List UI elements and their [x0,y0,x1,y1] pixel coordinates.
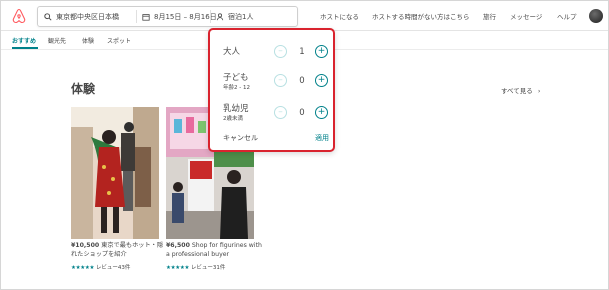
location-field[interactable]: 東京都中央区日本橋 [44,7,119,26]
experience-photo[interactable] [71,107,159,239]
nav-host-no-time[interactable]: ホストする時間がない方はこちら [372,11,470,21]
guest-row-infants: 乳幼児 2歳未満 – 0 + [223,100,328,122]
section-title: 体験 [71,82,96,96]
cancel-button[interactable]: キャンセル [223,133,258,143]
tab-places[interactable]: スポット [107,36,131,45]
guest-type-sub: 年齢2 - 12 [223,85,250,91]
experience-price: ¥6,500 [166,242,190,249]
experience-price: ¥10,500 [71,242,100,249]
see-all-link[interactable]: すべて見る › [501,85,540,95]
decrease-adults-button[interactable]: – [274,45,287,58]
guests-field[interactable]: 宿泊1人 [216,7,253,26]
infants-count: 0 [299,108,305,118]
tab-recommended[interactable]: おすすめ [12,36,36,45]
chevron-right-icon: › [537,87,541,95]
decrease-infants-button[interactable]: – [274,106,287,119]
experience-caption: ¥10,500 東京で最もホット・隠れたショップを紹介 [71,241,167,259]
increase-infants-button[interactable]: + [315,106,328,119]
experience-caption: ¥6,500 Shop for figurines with a profess… [166,241,262,259]
tab-destinations[interactable]: 観光先 [48,36,66,45]
review-count: レビュー31件 [190,265,226,271]
tab-experiences[interactable]: 体験 [82,36,94,45]
experience-rating: ★★★★★ レビュー43件 [71,263,130,271]
children-count: 0 [299,76,305,86]
star-rating-icon: ★★★★★ [166,265,190,271]
nav-trips[interactable]: 旅行 [483,11,496,21]
star-rating-icon: ★★★★★ [71,265,95,271]
experience-rating: ★★★★★ レビュー31件 [166,263,225,271]
increase-children-button[interactable]: + [315,74,328,87]
increase-adults-button[interactable]: + [315,45,328,58]
nav-messages[interactable]: メッセージ [510,11,542,21]
guest-selector-popup: 大人 – 1 + 子ども 年齢2 - 12 – 0 + 乳幼児 2歳未満 – 0… [208,28,335,152]
guest-row-children: 子ども 年齢2 - 12 – 0 + [223,69,328,91]
search-divider [136,10,137,23]
see-all-label: すべて見る [501,87,533,95]
avatar[interactable] [589,9,603,23]
guests-icon [216,12,224,20]
dates-field[interactable]: 8月15日 – 8月16日 [142,7,217,26]
guest-type-label: 子ども [223,73,249,83]
guest-type-label: 大人 [223,47,241,57]
review-count: レビュー43件 [95,265,131,271]
decrease-children-button[interactable]: – [274,74,287,87]
calendar-icon [142,13,150,21]
search-icon [44,12,52,21]
search-bar[interactable]: 東京都中央区日本橋 8月15日 – 8月16日 宿泊1人 [37,6,298,27]
adults-count: 1 [299,47,305,57]
location-value: 東京都中央区日本橋 [56,12,119,21]
nav-become-host[interactable]: ホストになる [320,11,359,21]
apply-button[interactable]: 適用 [315,133,329,143]
search-divider [210,10,211,23]
airbnb-logo-icon[interactable] [11,8,27,24]
airbnb-page: 東京都中央区日本橋 8月15日 – 8月16日 宿泊1人 ホストになる ホストす… [0,0,609,290]
experience-card[interactable]: ¥10,500 東京で最もホット・隠れたショップを紹介 ★★★★★ レビュー43… [71,107,163,271]
dates-value: 8月15日 – 8月16日 [154,12,217,21]
guests-value: 宿泊1人 [228,12,254,21]
top-header: 東京都中央区日本橋 8月15日 – 8月16日 宿泊1人 ホストになる ホストす… [1,1,608,31]
guest-type-label: 乳幼児 [223,104,249,114]
guest-type-sub: 2歳未満 [223,116,243,122]
guest-row-adults: 大人 – 1 + [223,43,328,63]
nav-help[interactable]: ヘルプ [557,11,577,21]
